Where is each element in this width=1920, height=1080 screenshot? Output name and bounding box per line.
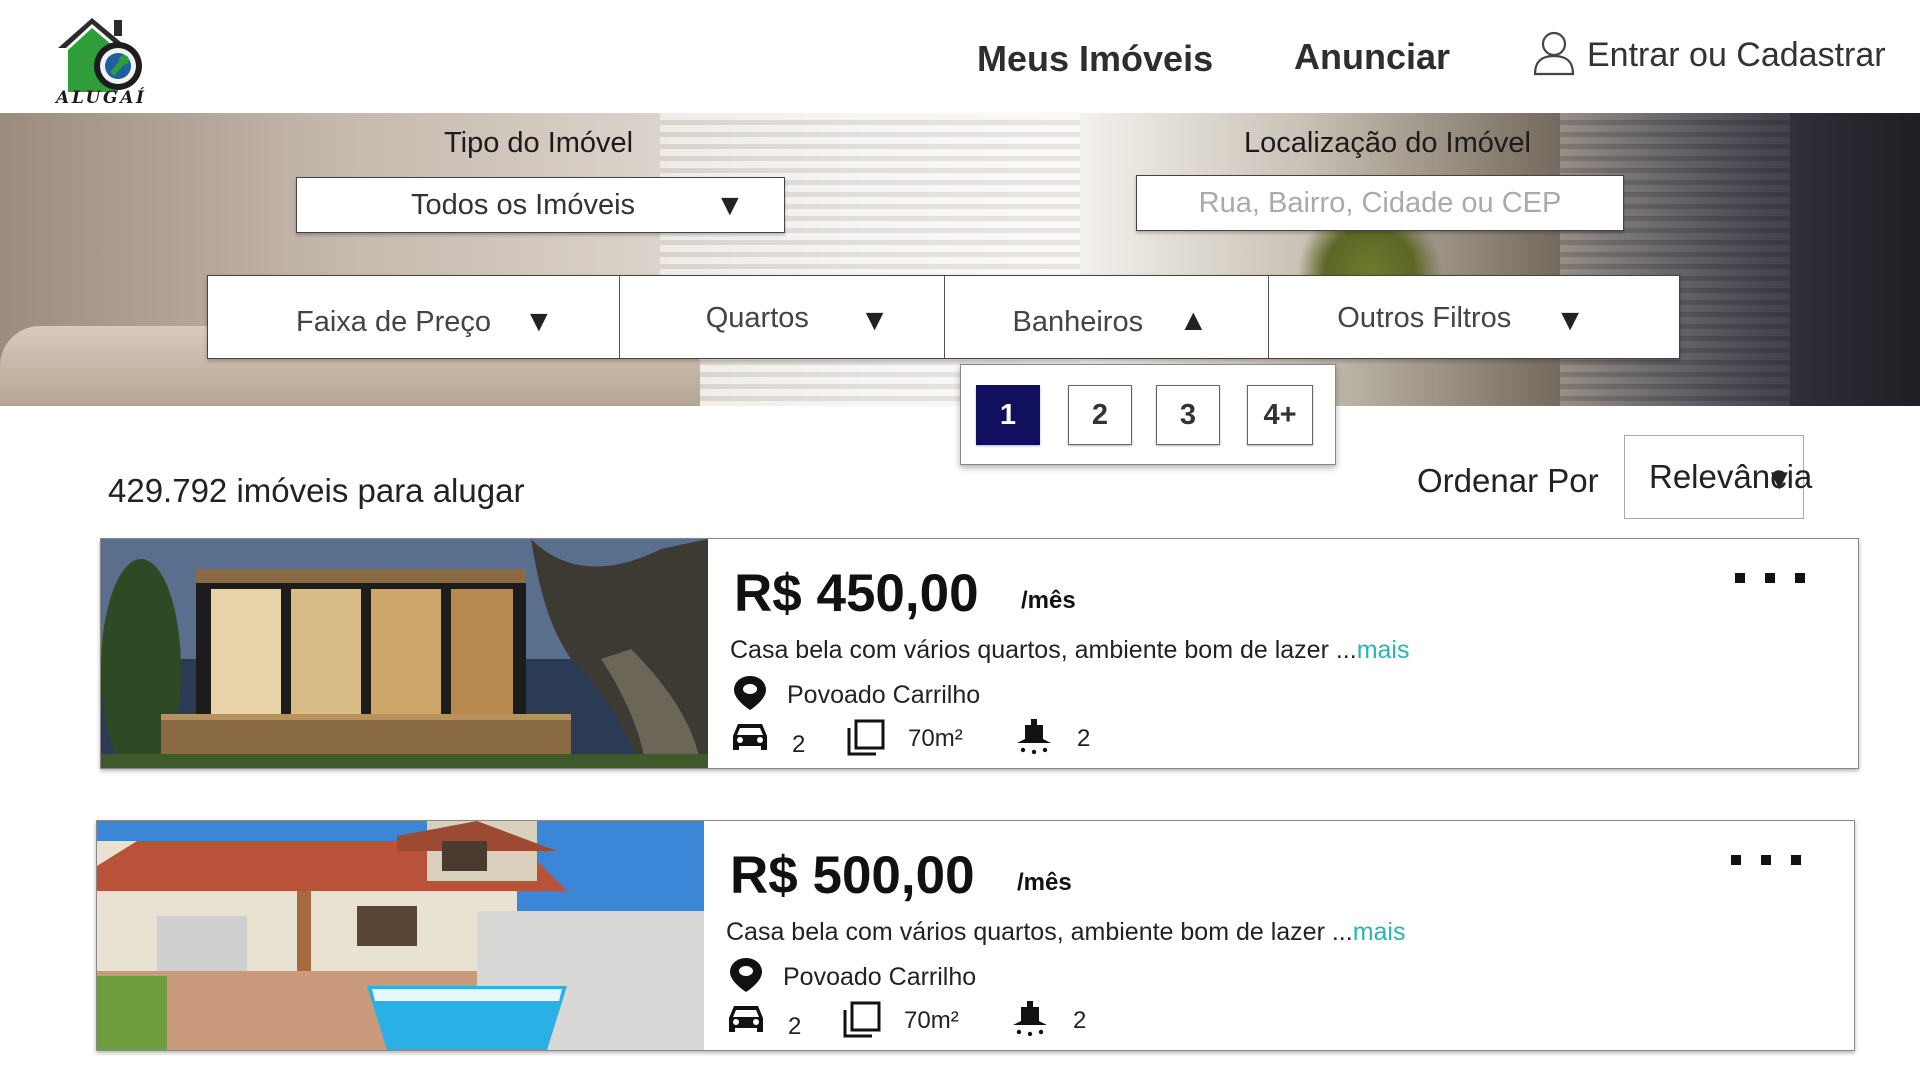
- bathroom-feature: 2: [1015, 717, 1091, 762]
- listing-period: /mês: [1017, 869, 1072, 896]
- listing-price: R$ 500,00: [730, 846, 975, 905]
- top-header: ALUGAÍ Meus Imóveis Anunciar Entrar ou C…: [0, 0, 1920, 113]
- description-text: Casa bela com vários quartos, ambiente b…: [726, 918, 1353, 946]
- chevron-down-icon: ▼: [1555, 304, 1585, 337]
- location-text: Povoado Carrilho: [783, 963, 977, 991]
- location-text: Povoado Carrilho: [787, 681, 981, 709]
- read-more-link[interactable]: mais: [1353, 918, 1406, 946]
- filter-quartos[interactable]: Quartos ▼: [620, 276, 945, 358]
- tipo-imovel-value: Todos os Imóveis: [411, 189, 636, 221]
- listing-card[interactable]: R$ 500,00 /mês Casa bela com vários quar…: [96, 820, 1855, 1051]
- more-options-icon[interactable]: [1731, 855, 1801, 875]
- car-icon: [730, 720, 770, 759]
- location-pin-icon: [727, 956, 765, 999]
- chevron-down-icon: ▼: [715, 189, 745, 222]
- bathroom-option-2[interactable]: 2: [1068, 385, 1132, 445]
- chevron-up-icon: ▲: [1178, 304, 1209, 337]
- localizacao-input[interactable]: [1137, 176, 1623, 230]
- garage-count: 2: [788, 1013, 802, 1040]
- login-link[interactable]: Entrar ou Cadastrar: [1533, 28, 1886, 82]
- garage-feature: 2: [730, 719, 805, 759]
- chevron-down-icon: ▼: [859, 304, 890, 337]
- hero-shadow: [1540, 113, 1920, 406]
- bathroom-option-1[interactable]: 1: [976, 385, 1040, 445]
- listing-photo[interactable]: [101, 539, 708, 768]
- bathroom-feature: 2: [1011, 999, 1087, 1044]
- hero-banner: [0, 113, 1920, 406]
- area-feature: 70m²: [846, 719, 963, 759]
- area-value: 70m²: [908, 725, 963, 752]
- chevron-down-icon: ▼: [1765, 464, 1794, 496]
- listing-location: Povoado Carrilho: [727, 956, 976, 999]
- filter-banheiros[interactable]: Banheiros ▲: [945, 276, 1270, 358]
- tipo-imovel-label: Tipo do Imóvel: [444, 127, 634, 159]
- user-icon: [1533, 30, 1575, 81]
- description-text: Casa bela com vários quartos, ambiente b…: [730, 636, 1357, 664]
- listing-card[interactable]: R$ 450,00 /mês Casa bela com vários quar…: [100, 538, 1859, 769]
- svg-text:ALUGAÍ: ALUGAÍ: [54, 87, 145, 106]
- filter-faixa-preco[interactable]: Faixa de Preço ▼: [208, 276, 620, 358]
- area-value: 70m²: [904, 1007, 959, 1034]
- result-count: 429.792 imóveis para alugar: [108, 472, 525, 509]
- localizacao-label: Localização do Imóvel: [1244, 127, 1531, 159]
- listing-photo[interactable]: [97, 821, 704, 1050]
- area-icon: [842, 1000, 882, 1043]
- shower-icon: [1011, 999, 1049, 1044]
- car-icon: [726, 1002, 766, 1041]
- filter-label: Faixa de Preço: [296, 306, 492, 338]
- order-by-label: Ordenar Por: [1417, 462, 1599, 499]
- window-blind-left: [660, 113, 1080, 406]
- localizacao-field[interactable]: [1136, 175, 1624, 231]
- filter-label: Outros Filtros: [1337, 302, 1512, 334]
- filter-outros[interactable]: Outros Filtros ▼: [1269, 276, 1679, 358]
- listing-price: R$ 450,00: [734, 564, 979, 623]
- garage-count: 2: [792, 731, 806, 758]
- nav-anunciar[interactable]: Anunciar: [1294, 36, 1450, 78]
- tipo-imovel-select[interactable]: Todos os Imóveis ▼: [296, 177, 785, 233]
- filter-label: Banheiros: [1012, 306, 1144, 338]
- nav-meus-imoveis[interactable]: Meus Imóveis: [977, 38, 1213, 80]
- shower-icon: [1015, 717, 1053, 762]
- login-label: Entrar ou Cadastrar: [1587, 35, 1886, 74]
- listing-description: Casa bela com vários quartos, ambiente b…: [726, 918, 1406, 947]
- bathroom-count: 2: [1077, 725, 1091, 752]
- bathroom-option-3[interactable]: 3: [1156, 385, 1220, 445]
- garage-feature: 2: [726, 1001, 801, 1041]
- banheiros-dropdown: 1 2 3 4+: [960, 364, 1336, 465]
- bathroom-option-4plus[interactable]: 4+: [1247, 385, 1313, 445]
- chevron-down-icon: ▼: [524, 305, 554, 338]
- alugai-logo[interactable]: ALUGAÍ: [52, 14, 152, 108]
- filter-bar: Faixa de Preço ▼ Quartos ▼ Banheiros ▲ O…: [207, 275, 1680, 359]
- area-icon: [846, 718, 886, 761]
- location-pin-icon: [731, 674, 769, 717]
- listing-location: Povoado Carrilho: [731, 674, 980, 717]
- filter-label: Quartos: [705, 302, 809, 334]
- listing-description: Casa bela com vários quartos, ambiente b…: [730, 636, 1410, 665]
- listing-period: /mês: [1021, 587, 1076, 614]
- order-by-select[interactable]: Relevância ▼: [1624, 435, 1812, 519]
- bathroom-count: 2: [1073, 1007, 1087, 1034]
- more-options-icon[interactable]: [1735, 573, 1805, 593]
- read-more-link[interactable]: mais: [1357, 636, 1410, 664]
- area-feature: 70m²: [842, 1001, 959, 1041]
